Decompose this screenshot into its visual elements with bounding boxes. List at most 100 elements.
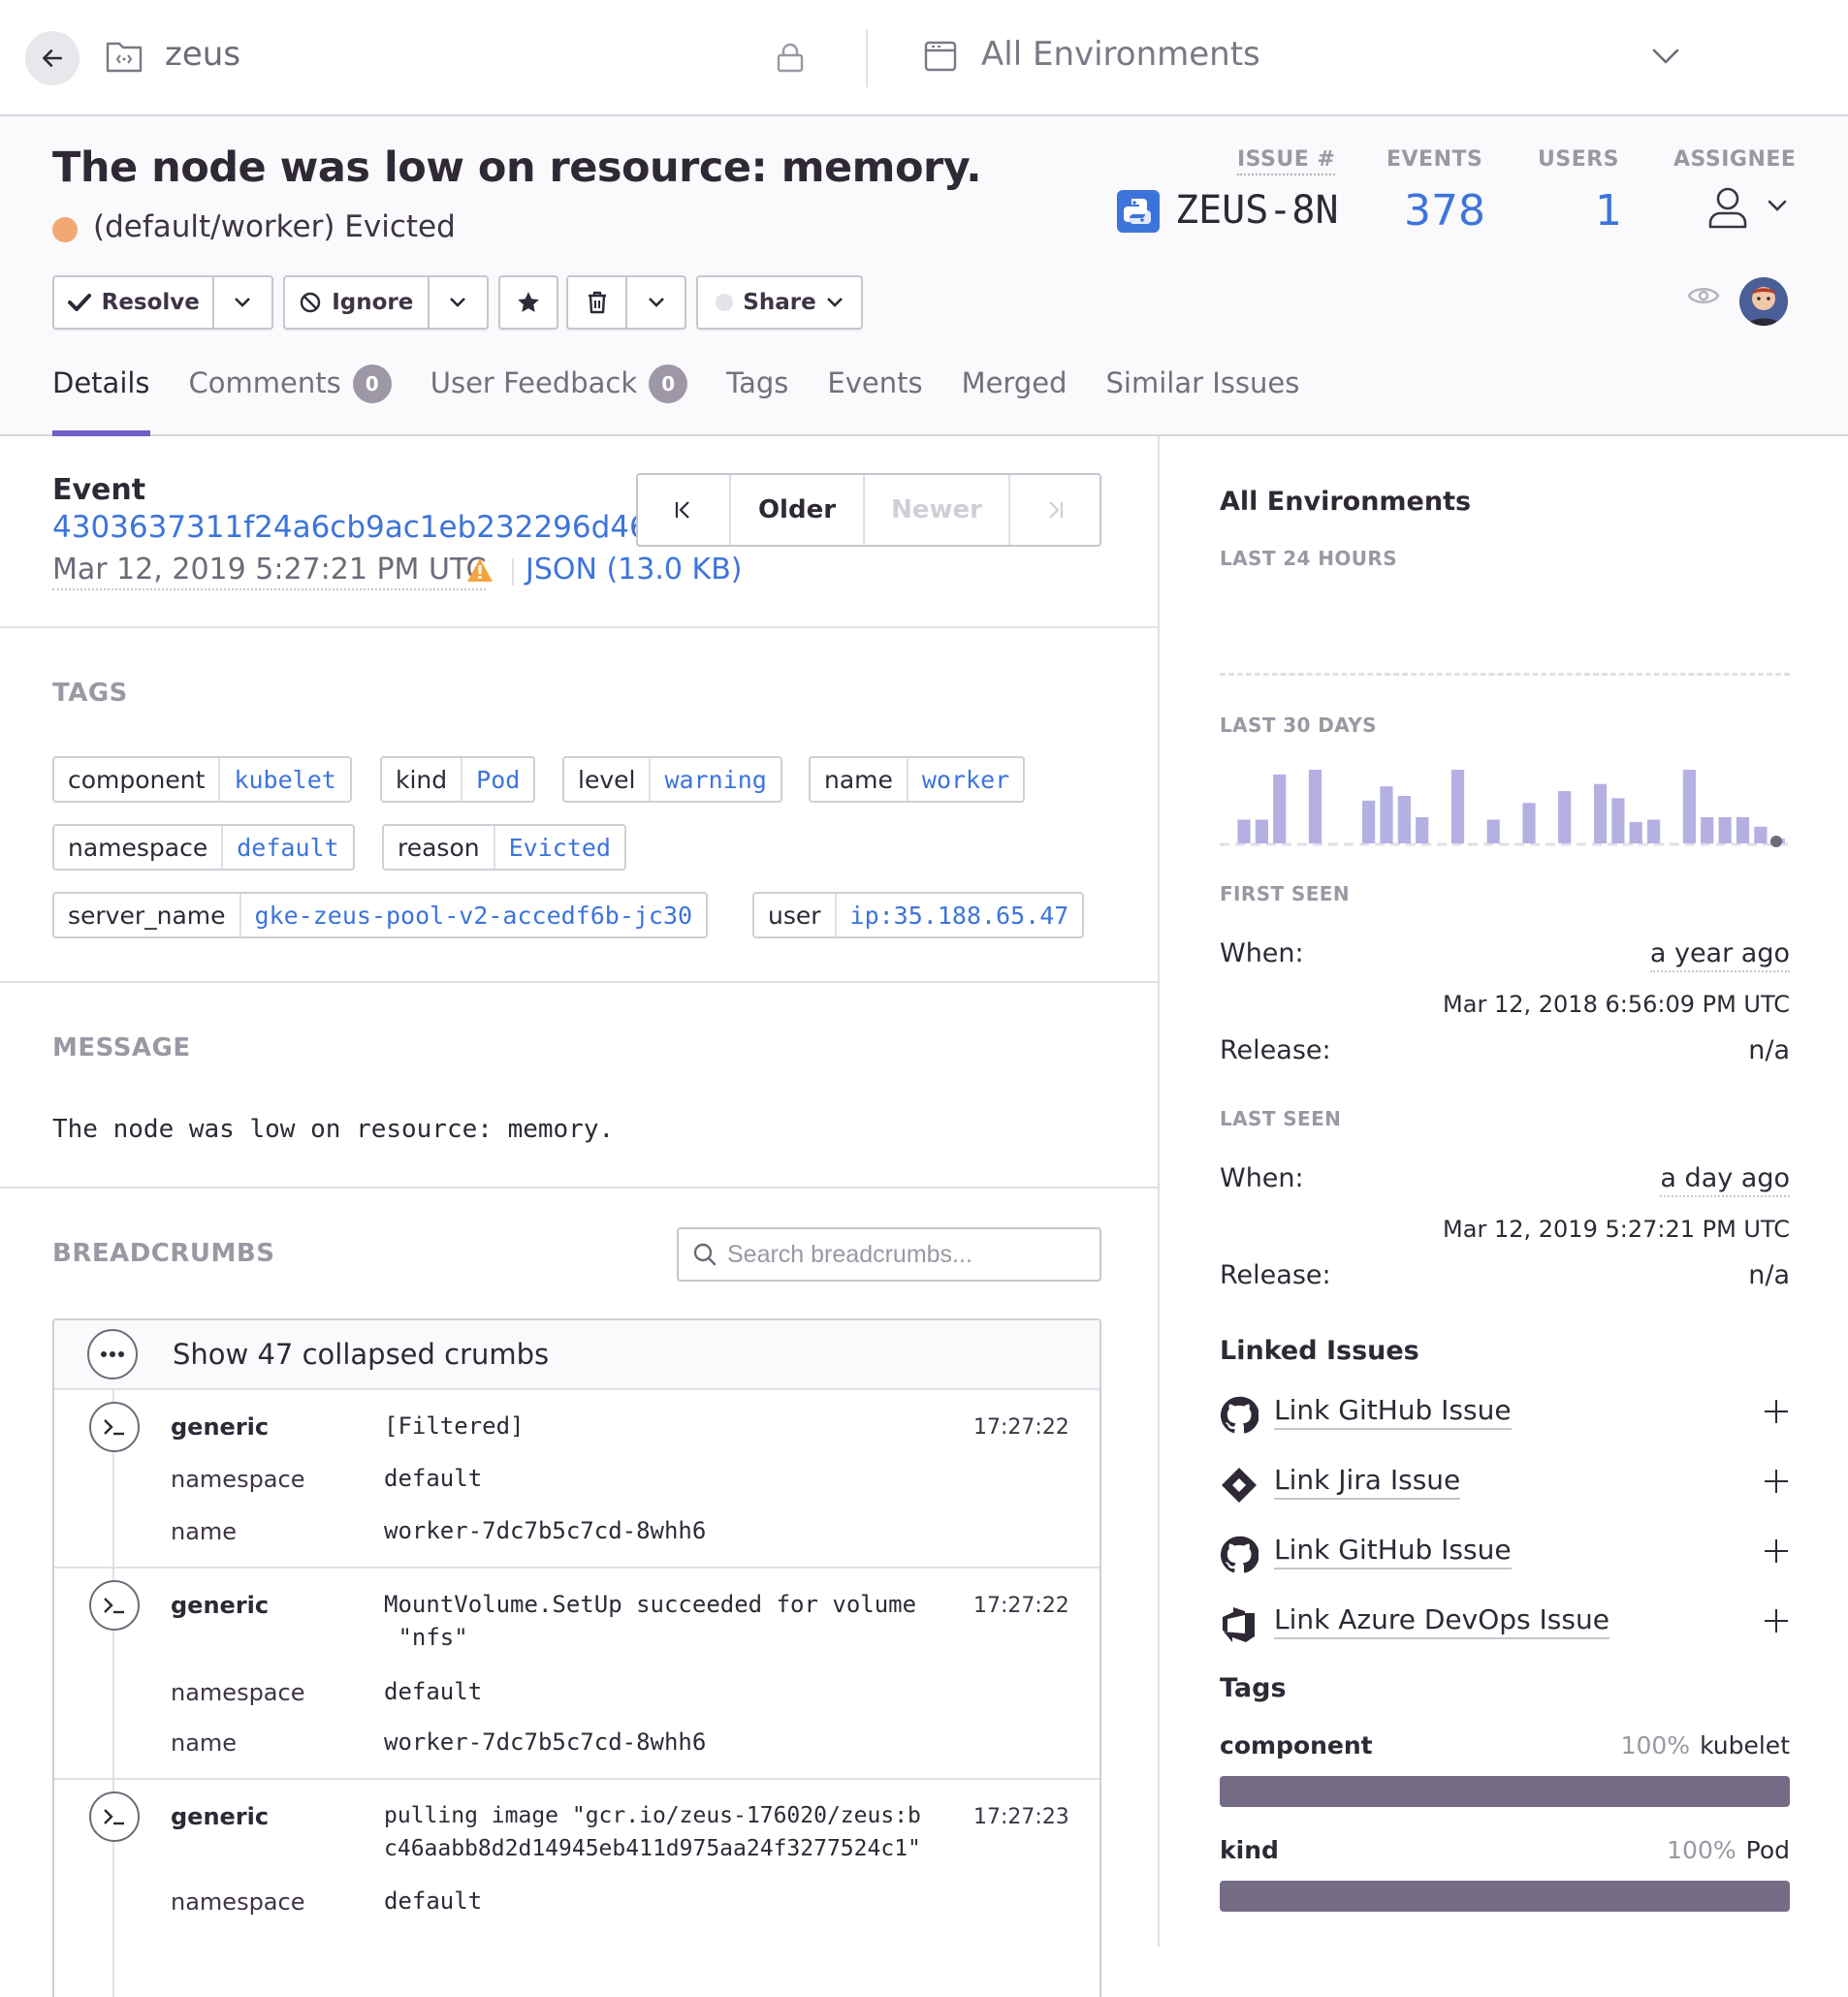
delete-dropdown[interactable] <box>625 277 685 328</box>
tag-pill-level[interactable]: level warning <box>562 756 782 803</box>
crumb-time: 17:27:23 <box>973 1805 1069 1829</box>
breadcrumb-item[interactable]: generic [Filtered] 17:27:22 namespace de… <box>54 1390 1099 1569</box>
graph-bar[interactable] <box>1308 770 1322 843</box>
newer-button[interactable]: Newer <box>863 475 1008 545</box>
graph-bar[interactable] <box>1237 819 1251 844</box>
graph-bar[interactable] <box>1397 796 1411 843</box>
tag-value[interactable]: warning <box>651 758 780 801</box>
graph-bar[interactable] <box>1611 798 1625 843</box>
ignore-dropdown[interactable] <box>427 277 487 328</box>
plus-icon[interactable] <box>1763 1607 1790 1634</box>
tag-pill-server-name[interactable]: server_name gke-zeus-pool-v2-accedf6b-jc3… <box>52 892 709 938</box>
graph-bar[interactable] <box>1416 817 1429 843</box>
project-name[interactable]: zeus <box>165 35 240 74</box>
delete-button[interactable] <box>568 277 625 328</box>
graph-bar[interactable] <box>1754 826 1768 843</box>
tab-tags[interactable]: Tags <box>726 366 788 436</box>
events-count[interactable]: 378 <box>1404 186 1485 236</box>
graph-bar[interactable] <box>1380 786 1393 843</box>
graph-bar[interactable] <box>1558 791 1572 843</box>
json-link[interactable]: JSON (13.0 KB) <box>526 553 742 586</box>
avatar[interactable] <box>1739 277 1788 326</box>
newest-button[interactable] <box>1008 475 1099 545</box>
tag-value[interactable]: ip:35.188.65.47 <box>837 894 1083 936</box>
tag-pill-name[interactable]: name worker <box>809 756 1026 803</box>
graph-bar[interactable] <box>1647 819 1661 844</box>
tag-value[interactable]: gke-zeus-pool-v2-accedf6b-jc30 <box>241 894 707 936</box>
user-icon[interactable] <box>1706 186 1749 231</box>
chevron-down-icon[interactable] <box>1651 47 1680 66</box>
link-label[interactable]: Link GitHub Issue <box>1274 1394 1512 1430</box>
event-label: Event <box>52 473 146 507</box>
graph-bar[interactable] <box>1682 770 1696 843</box>
tag-distribution-bar[interactable] <box>1220 1881 1790 1912</box>
graph-bar[interactable] <box>1486 819 1500 844</box>
breadcrumb-item[interactable]: generic pulling image "gcr.io/zeus-17602… <box>54 1780 1099 1993</box>
link-label[interactable]: Link Jira Issue <box>1274 1464 1461 1500</box>
link-label[interactable]: Link GitHub Issue <box>1274 1534 1512 1569</box>
tag-value[interactable]: Pod <box>462 758 533 801</box>
graph-bar[interactable] <box>1736 817 1750 843</box>
issue-short-id[interactable]: ZEUS-8N <box>1175 188 1339 233</box>
graph-bar[interactable] <box>1362 800 1376 843</box>
tag-value[interactable]: Evicted <box>495 826 624 869</box>
environment-selector[interactable]: All Environments <box>981 35 1260 74</box>
collapsed-crumbs-row[interactable]: Show 47 collapsed crumbs <box>54 1320 1099 1390</box>
resolve-button[interactable]: Resolve <box>54 277 212 328</box>
tab-events[interactable]: Events <box>827 366 922 436</box>
breadcrumb-search[interactable] <box>677 1227 1101 1282</box>
tag-value[interactable]: default <box>223 826 352 869</box>
breadcrumb-search-input[interactable] <box>727 1240 1096 1269</box>
tab-comments[interactable]: Comments 0 <box>189 365 392 436</box>
older-button[interactable]: Older <box>729 475 863 545</box>
eye-icon[interactable] <box>1687 283 1720 308</box>
graph-bar[interactable] <box>1701 817 1714 843</box>
skip-first-icon <box>675 501 689 519</box>
event-id-link[interactable]: 4303637311f24a6cb9ac1eb232296d46 <box>52 510 649 545</box>
tag-distribution-bar[interactable] <box>1220 1776 1790 1807</box>
tag-value[interactable]: worker <box>908 758 1023 801</box>
graph-bar[interactable] <box>1629 821 1642 843</box>
top-bar: zeus All Environments <box>0 0 1848 116</box>
link-github-issue-row[interactable]: Link GitHub Issue <box>1220 1534 1790 1576</box>
graph-bar[interactable] <box>1522 803 1536 843</box>
share-button[interactable]: Share <box>696 275 863 330</box>
assignee-chevron-icon[interactable] <box>1767 198 1788 213</box>
ignore-label: Ignore <box>332 290 414 315</box>
warning-icon[interactable] <box>465 556 494 584</box>
graph-bar[interactable] <box>1273 774 1287 843</box>
tab-user-feedback[interactable]: User Feedback 0 <box>430 365 688 436</box>
back-button[interactable] <box>25 31 80 85</box>
oldest-button[interactable] <box>638 475 729 545</box>
link-label[interactable]: Link Azure DevOps Issue <box>1274 1603 1609 1639</box>
tag-value[interactable]: kubelet <box>220 758 349 801</box>
breadcrumb-item[interactable]: generic MountVolume.SetUp succeeded for … <box>54 1569 1099 1780</box>
tag-pill-user[interactable]: user ip:35.188.65.47 <box>752 892 1085 938</box>
tab-merged[interactable]: Merged <box>962 366 1067 436</box>
tag-pill-namespace[interactable]: namespace default <box>52 824 355 871</box>
graph-bar[interactable] <box>1255 819 1268 844</box>
resolve-dropdown[interactable] <box>211 277 271 328</box>
tag-pill-kind[interactable]: kind Pod <box>380 756 536 803</box>
graph-bar[interactable] <box>1593 783 1608 843</box>
last-24-hours-label: LAST 24 HOURS <box>1220 547 1398 570</box>
users-count[interactable]: 1 <box>1595 186 1622 236</box>
ignore-button[interactable]: Ignore <box>285 277 428 328</box>
plus-icon[interactable] <box>1763 1537 1790 1565</box>
plus-icon[interactable] <box>1763 1398 1790 1425</box>
release-marker[interactable] <box>1770 836 1782 847</box>
last-30-days-graph[interactable] <box>1220 764 1801 851</box>
bookmark-button[interactable] <box>498 275 558 330</box>
tag-pill-component[interactable]: component kubelet <box>52 756 352 803</box>
plus-icon[interactable] <box>1763 1468 1790 1495</box>
crumb-message-line1: MountVolume.SetUp succeeded for volume <box>384 1591 917 1618</box>
tag-distribution-value: kubelet <box>1700 1731 1790 1759</box>
graph-bar[interactable] <box>1718 817 1732 843</box>
tag-pill-reason[interactable]: reason Evicted <box>382 824 626 871</box>
tab-similar-issues[interactable]: Similar Issues <box>1106 366 1300 436</box>
link-github-issue-row[interactable]: Link GitHub Issue <box>1220 1394 1790 1437</box>
graph-bar[interactable] <box>1450 770 1465 843</box>
link-azure-devops-issue-row[interactable]: Link Azure DevOps Issue <box>1220 1603 1790 1646</box>
tab-details[interactable]: Details <box>52 366 150 436</box>
link-jira-issue-row[interactable]: Link Jira Issue <box>1220 1464 1790 1506</box>
